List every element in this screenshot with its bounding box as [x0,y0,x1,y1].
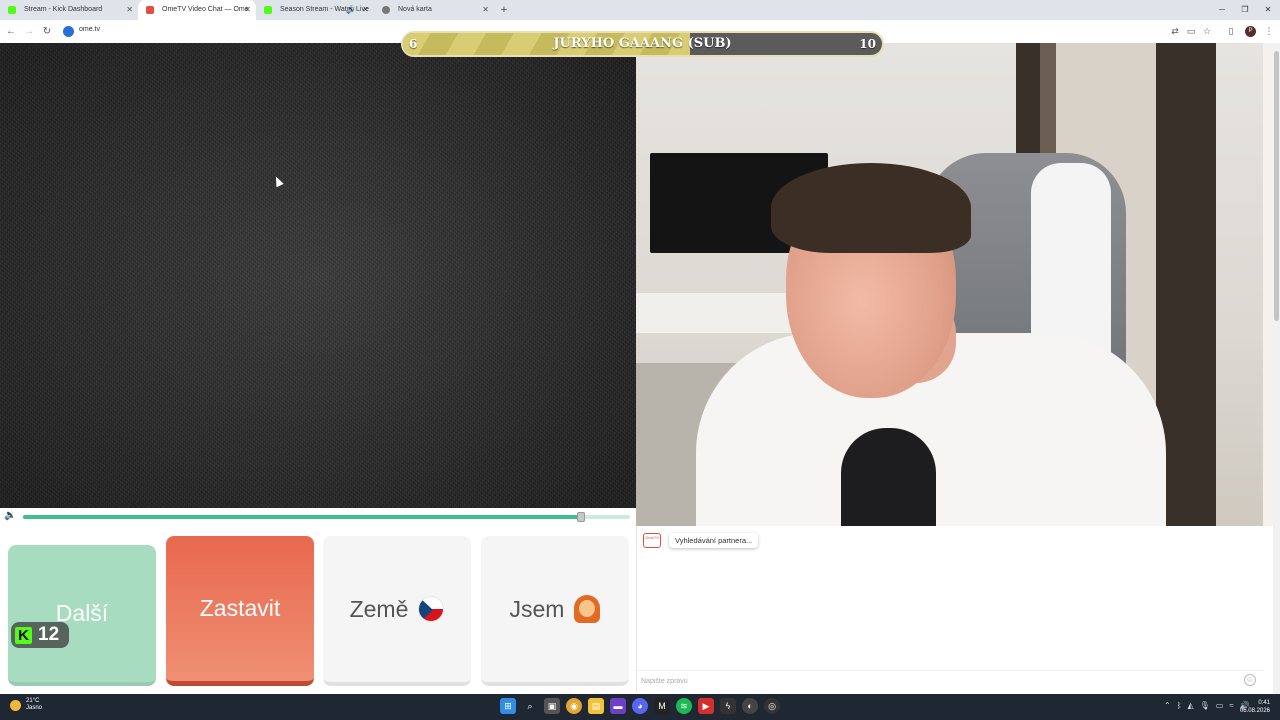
country-button[interactable]: Země [323,536,471,686]
windows-start-icon[interactable]: ⊞ [500,698,516,714]
speaker-icon[interactable]: 🔉 [4,510,16,521]
kick-logo-icon: K [15,626,32,644]
sidepanel-icon[interactable]: ▯ [1226,26,1236,36]
weather-widget[interactable]: 21°C Jasno [10,698,42,712]
tab-ometv[interactable]: OmeTV Video Chat — Ome ✕ [138,0,256,20]
forward-icon[interactable]: → [22,25,36,39]
chat-controls: Další Zastavit Země Jsem [0,526,636,692]
status-message: Vyhledávání partnera... [669,533,759,548]
tab-kick-dashboard[interactable]: Stream - Kick Dashboard ✕ [0,0,138,20]
close-tab-icon[interactable]: ✕ [244,0,251,20]
tab-label: Nová karta [398,6,432,13]
kick-favicon-icon [264,6,272,14]
tab-label: Stream - Kick Dashboard [24,6,103,13]
local-webcam-video [636,43,1273,526]
clock-time: 0:41 [1258,700,1270,706]
ometv-favicon-icon [146,6,154,14]
gender-label: Jsem [509,595,565,622]
search-icon[interactable]: ⌕ [522,698,538,714]
wifi-icon[interactable]: ≈ [1229,698,1233,714]
emoji-icon[interactable]: ☺ [1244,674,1256,686]
ometv-logo-icon: OmeTV [643,533,661,548]
system-tray: ⌃ ᛒ ◭ 🎙 ▭ ≈ 🔊 [1164,698,1250,714]
app-mask-icon[interactable]: ◐ [742,698,758,714]
translate-icon[interactable]: ⇄ [1170,26,1180,36]
discord-icon[interactable]: ◕ [632,698,648,714]
tab-label: OmeTV Video Chat — Ome [162,6,249,13]
app-m-icon[interactable]: M [654,698,670,714]
site-info-icon[interactable] [63,26,74,37]
sub-goal-title: JURYHO GAAANG (SUB) [553,36,732,51]
stop-button[interactable]: Zastavit [166,536,314,686]
close-window-icon[interactable]: ✕ [1256,0,1280,20]
tab-new[interactable]: Nová karta ✕ [374,0,494,20]
weather-temp: 21°C [26,698,40,704]
microphone [841,428,936,526]
microphone-icon[interactable]: 🎙 [1200,698,1210,714]
scroll-thumb[interactable] [1274,51,1279,321]
remote-video-static [0,43,636,508]
sub-goal-end: 10 [859,37,876,51]
file-explorer-icon[interactable]: ▤ [588,698,604,714]
url-field[interactable]: ome.tv [79,26,100,33]
volume-control: 🔉 [0,508,636,526]
clock-date: 06.08.2026 [1239,708,1270,714]
chat-panel: OmeTV Vyhledávání partnera... ☺ [636,526,1264,692]
volume-fill [23,515,582,519]
viewer-count: 12 [38,624,60,645]
close-tab-icon[interactable]: ✕ [482,0,489,20]
obs-icon[interactable]: ◎ [764,698,780,714]
bluetooth-icon[interactable]: ᛒ [1177,698,1182,714]
network-icon[interactable]: ◭ [1188,698,1194,714]
app-bolt-icon[interactable]: ϟ [720,698,736,714]
minimize-icon[interactable]: ─ [1210,0,1234,20]
monitor-icon[interactable]: ▭ [1216,698,1224,714]
spotify-icon[interactable]: ≋ [676,698,692,714]
reload-icon[interactable]: ↻ [40,25,54,39]
weather-desc: Jasno [26,705,43,711]
app-purple-icon[interactable]: ▬ [610,698,626,714]
chrome-icon[interactable]: ◉ [566,698,582,714]
clock[interactable]: 0:41 06.08.2026 [1240,699,1270,715]
message-input[interactable] [641,674,1221,688]
back-icon[interactable]: ← [4,25,18,39]
czech-flag-icon [418,596,445,622]
cast-icon[interactable]: ▭ [1186,26,1196,36]
close-tab-icon[interactable]: ✕ [362,0,369,20]
browser-tab-bar: Stream - Kick Dashboard ✕ OmeTV Video Ch… [0,0,1280,20]
next-button[interactable]: Další [8,545,156,686]
volume-slider[interactable] [23,512,630,522]
close-tab-icon[interactable]: ✕ [126,0,133,20]
sub-goal-banner: 6 JURYHO GAAANG (SUB) 10 [401,31,884,57]
restore-icon[interactable]: ❐ [1233,0,1257,20]
country-label: Země [349,595,409,622]
windows-taskbar: 21°C Jasno ⊞ ⌕ ▣ ◉ ▤ ▬ ◕ M ≋ ▶ ϟ ◐ ◎ ⌃ ᛒ… [0,694,1280,720]
gender-button[interactable]: Jsem [481,536,629,686]
moon-icon [10,699,21,711]
profile-avatar[interactable]: P [1245,26,1256,37]
chevron-up-icon[interactable]: ⌃ [1164,698,1171,714]
new-tab-button[interactable]: + [494,0,514,20]
stop-label: Zastavit [199,595,281,621]
app-red-icon[interactable]: ▶ [698,698,714,714]
taskbar-apps: ⊞ ⌕ ▣ ◉ ▤ ▬ ◕ M ≋ ▶ ϟ ◐ ◎ [500,698,780,714]
bookmark-star-icon[interactable]: ☆ [1202,26,1212,36]
kick-favicon-icon [8,6,16,14]
globe-icon [382,6,390,14]
woman-emoji-icon [574,595,601,623]
tab-season-stream[interactable]: Season Stream - Watch Live 🔊 ✕ [256,0,374,20]
audio-playing-icon[interactable]: 🔊 [346,0,356,20]
task-view-icon[interactable]: ▣ [544,698,560,714]
chat-input-row: ☺ [637,670,1264,690]
page-scrollbar[interactable] [1273,43,1280,694]
kick-viewer-badge: K 12 [11,622,69,648]
menu-kebab-icon[interactable]: ⋮ [1264,26,1274,36]
volume-thumb[interactable] [577,512,586,522]
